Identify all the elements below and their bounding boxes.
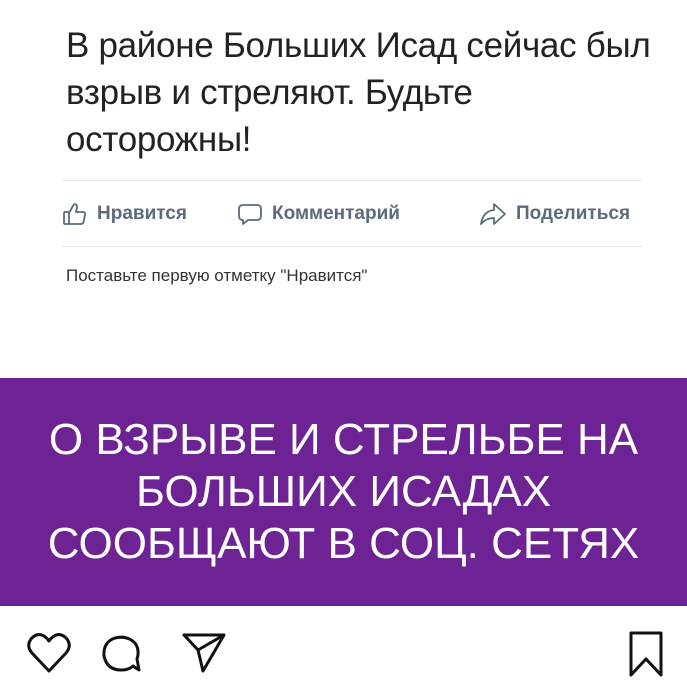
thumbs-up-icon <box>62 201 88 227</box>
comment-post-button[interactable] <box>99 632 143 681</box>
comment-button[interactable]: Комментарий <box>237 201 479 227</box>
like-button[interactable]: Нравится <box>62 201 237 227</box>
share-label: Поделиться <box>516 203 631 224</box>
comment-label: Комментарий <box>272 203 400 224</box>
share-button[interactable]: Поделиться <box>479 201 630 227</box>
post-text: В районе Больших Исад сейчас был взрыв и… <box>66 26 651 159</box>
save-post-button[interactable] <box>626 630 666 683</box>
post-actions: Нравится Комментарий Поделиться <box>62 196 652 232</box>
divider <box>62 180 642 181</box>
paper-plane-icon <box>181 633 227 679</box>
headline-line: О ВЗРЫВЕ И СТРЕЛЬБЕ НА <box>48 415 639 464</box>
share-post-button[interactable] <box>181 631 227 680</box>
share-arrow-icon <box>479 201 507 227</box>
post-card: В районе Больших Исад сейчас был взрыв и… <box>0 0 687 378</box>
bookmark-icon <box>626 631 666 682</box>
comment-bubble-icon <box>99 635 143 680</box>
headline-text: О ВЗРЫВЕ И СТРЕЛЬБЕ НА БОЛЬШИХ ИСАДАХ СО… <box>4 414 684 570</box>
likes-prompt[interactable]: Поставьте первую отметку "Нравится" <box>66 266 367 286</box>
like-post-button[interactable] <box>26 632 72 679</box>
instagram-toolbar <box>0 606 687 700</box>
comment-icon <box>237 201 263 227</box>
headline-line: БОЛЬШИХ ИСАДАХ <box>135 467 552 516</box>
divider <box>62 246 642 247</box>
headline-banner: О ВЗРЫВЕ И СТРЕЛЬБЕ НА БОЛЬШИХ ИСАДАХ СО… <box>0 378 687 606</box>
headline-line: СООБЩАЮТ В СОЦ. СЕТЯХ <box>47 519 640 568</box>
heart-icon <box>26 633 72 678</box>
like-label: Нравится <box>97 203 187 224</box>
